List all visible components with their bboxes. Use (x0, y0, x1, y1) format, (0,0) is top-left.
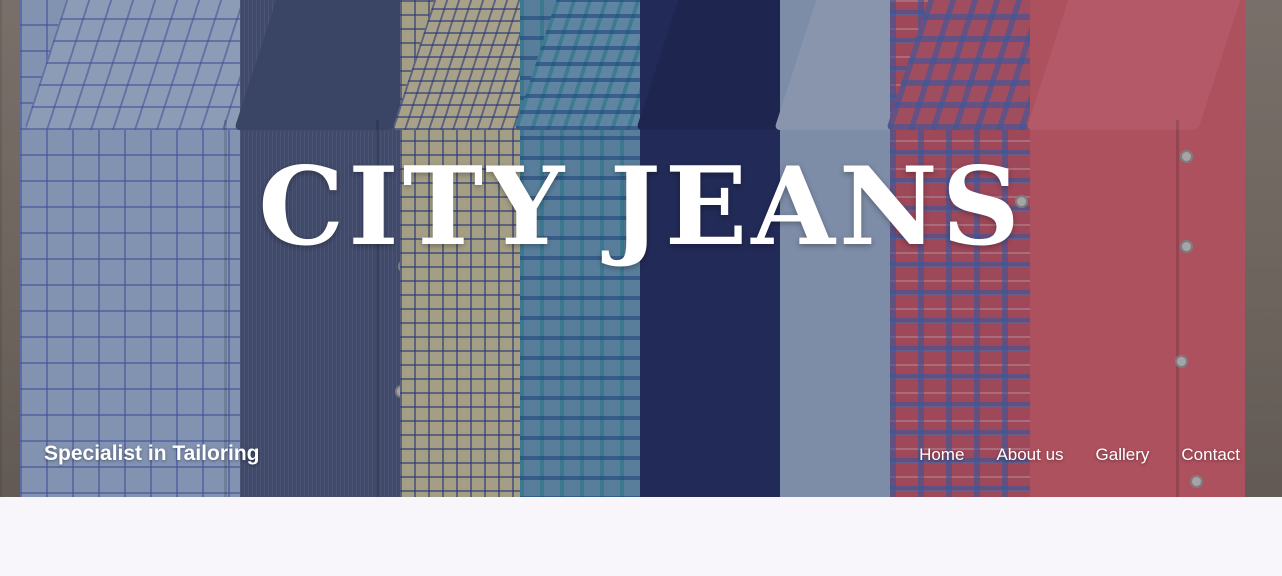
site-title: CITY JEANS (258, 144, 1024, 270)
nav-link-contact[interactable]: Contact (1181, 445, 1240, 465)
nav-link-about-us[interactable]: About us (996, 445, 1063, 465)
nav-link-gallery[interactable]: Gallery (1096, 445, 1150, 465)
nav-link-home[interactable]: Home (919, 445, 964, 465)
site-tagline: Specialist in Tailoring (44, 442, 260, 465)
main-navigation: Home About us Gallery Contact (919, 445, 1240, 465)
hero-banner: CITY JEANS Specialist in Tailoring Home … (0, 0, 1282, 497)
